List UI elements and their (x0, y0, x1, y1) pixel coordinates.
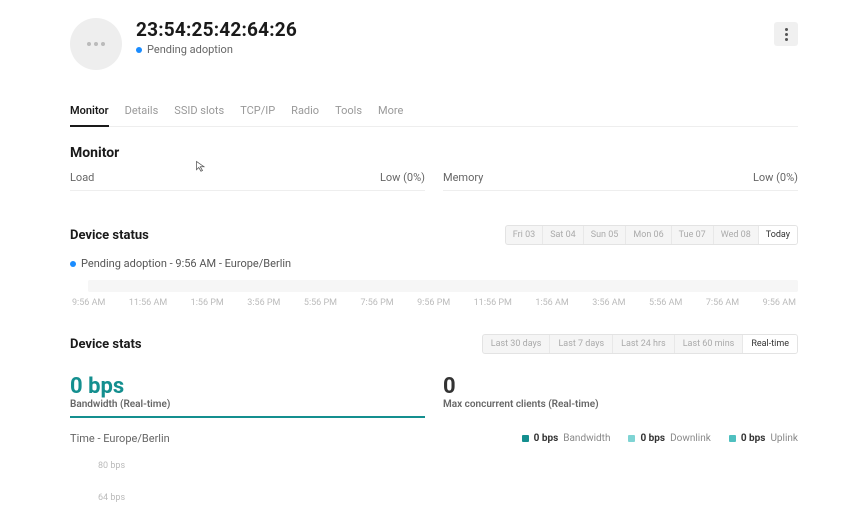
stat-bandwidth[interactable]: 0 bps Bandwidth (Real-time) (70, 374, 425, 418)
chart-legend: 0 bps Bandwidth 0 bps Downlink 0 bps Upl… (522, 433, 798, 444)
bandwidth-label: Bandwidth (Real-time) (70, 399, 425, 410)
range-tabs: Last 30 days Last 7 days Last 24 hrs Las… (482, 334, 798, 354)
time-label: 7:56 PM (361, 298, 394, 308)
status-dot-icon (136, 47, 142, 53)
clients-value: 0 (443, 374, 798, 399)
chart-y-axis: 80 bps 64 bps (70, 461, 798, 503)
time-label: 9:56 AM (72, 298, 105, 308)
timeline-labels: 9:56 AM 11:56 AM 1:56 PM 3:56 PM 5:56 PM… (70, 298, 798, 308)
time-label: 5:56 PM (304, 298, 337, 308)
ellipsis-icon (87, 42, 105, 46)
tab-details[interactable]: Details (125, 104, 159, 126)
bandwidth-value: 0 bps (70, 374, 425, 399)
time-label: 9:56 PM (417, 298, 450, 308)
metric-load-value: Low (0%) (380, 171, 425, 184)
range-realtime[interactable]: Real-time (742, 335, 797, 353)
metric-memory-label: Memory (443, 171, 483, 184)
status-timeline (88, 280, 798, 292)
tab-tcpip[interactable]: TCP/IP (240, 104, 275, 126)
time-label: 1:56 PM (191, 298, 224, 308)
time-label: 1:56 AM (535, 298, 568, 308)
time-timezone: Time - Europe/Berlin (70, 432, 170, 445)
metric-load-label: Load (70, 171, 94, 184)
status-dot-icon (70, 261, 76, 267)
range-60m[interactable]: Last 60 mins (674, 335, 743, 353)
legend-square-icon (522, 435, 529, 442)
day-tab-mon[interactable]: Mon 06 (625, 226, 670, 244)
day-tab-sun[interactable]: Sun 05 (583, 226, 626, 244)
time-label: 11:56 AM (129, 298, 167, 308)
range-24h[interactable]: Last 24 hrs (612, 335, 674, 353)
more-actions-button[interactable] (774, 22, 798, 46)
range-7d[interactable]: Last 7 days (549, 335, 612, 353)
tab-more[interactable]: More (378, 104, 403, 126)
time-label: 3:56 AM (592, 298, 625, 308)
clients-label: Max concurrent clients (Real-time) (443, 399, 798, 410)
time-label: 7:56 AM (706, 298, 739, 308)
day-tab-fri[interactable]: Fri 03 (506, 226, 542, 244)
legend-uplink: 0 bps Uplink (729, 433, 798, 444)
tab-tools[interactable]: Tools (335, 104, 362, 126)
device-status-text: Pending adoption (147, 43, 233, 56)
time-label: 11:56 PM (474, 298, 512, 308)
tab-monitor[interactable]: Monitor (70, 104, 109, 127)
section-title-monitor: Monitor (70, 145, 798, 161)
legend-square-icon (729, 435, 736, 442)
status-line-text: Pending adoption - 9:56 AM - Europe/Berl… (81, 257, 291, 270)
device-avatar (70, 18, 122, 70)
metric-memory-value: Low (0%) (753, 171, 798, 184)
day-tabs: Fri 03 Sat 04 Sun 05 Mon 06 Tue 07 Wed 0… (505, 225, 798, 245)
tab-ssid-slots[interactable]: SSID slots (174, 104, 224, 126)
device-stats-title: Device stats (70, 337, 142, 352)
y-label: 80 bps (98, 461, 798, 471)
time-label: 9:56 AM (763, 298, 796, 308)
day-tab-sat[interactable]: Sat 04 (542, 226, 583, 244)
header: 23:54:25:42:64:26 Pending adoption (70, 16, 798, 70)
metric-memory: Memory Low (0%) (443, 171, 798, 191)
legend-bandwidth: 0 bps Bandwidth (522, 433, 611, 444)
tab-radio[interactable]: Radio (291, 104, 319, 126)
legend-square-icon (628, 435, 635, 442)
device-title: 23:54:25:42:64:26 (136, 18, 297, 41)
day-tab-tue[interactable]: Tue 07 (671, 226, 713, 244)
time-label: 5:56 AM (649, 298, 682, 308)
legend-downlink: 0 bps Downlink (628, 433, 710, 444)
y-label: 64 bps (98, 493, 798, 503)
range-30d[interactable]: Last 30 days (483, 335, 550, 353)
time-label: 3:56 PM (247, 298, 280, 308)
stat-clients[interactable]: 0 Max concurrent clients (Real-time) (443, 374, 798, 418)
day-tab-wed[interactable]: Wed 08 (713, 226, 758, 244)
tabs: Monitor Details SSID slots TCP/IP Radio … (70, 104, 798, 127)
device-status-title: Device status (70, 228, 149, 243)
day-tab-today[interactable]: Today (758, 226, 797, 244)
metric-load: Load Low (0%) (70, 171, 425, 191)
